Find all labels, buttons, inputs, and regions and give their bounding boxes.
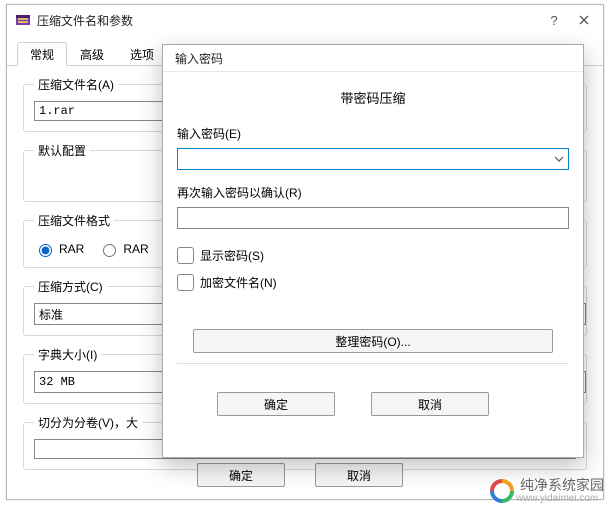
tab-general[interactable]: 常规	[17, 42, 67, 66]
split-volume-label: 切分为分卷(V)，大	[34, 414, 142, 431]
chevron-down-icon[interactable]	[551, 151, 567, 167]
organize-passwords-button[interactable]: 整理密码(O)...	[193, 329, 553, 353]
password-dialog: 输入密码 带密码压缩 输入密码(E) 再次输入密码以确认(R) 显示密码(S) …	[162, 44, 584, 458]
dictionary-size-label: 字典大小(I)	[34, 346, 101, 363]
tab-options[interactable]: 选项	[117, 42, 167, 66]
format-rar-radio[interactable]: RAR	[34, 241, 84, 257]
child-cancel-button[interactable]: 取消	[371, 392, 489, 416]
archive-format-label: 压缩文件格式	[34, 212, 114, 229]
child-ok-button[interactable]: 确定	[217, 392, 335, 416]
divider	[177, 363, 569, 364]
watermark-logo-icon	[490, 479, 514, 503]
password-input[interactable]	[177, 148, 569, 170]
tab-advanced[interactable]: 高级	[67, 42, 117, 66]
compression-method-label: 压缩方式(C)	[34, 278, 107, 295]
child-body: 带密码压缩 输入密码(E) 再次输入密码以确认(R) 显示密码(S) 加密文件名…	[163, 72, 583, 430]
winrar-icon	[15, 12, 31, 28]
format-rar5-radio[interactable]: RAR	[98, 241, 148, 257]
child-footer: 确定 取消	[177, 382, 569, 430]
parent-cancel-button[interactable]: 取消	[315, 463, 403, 487]
watermark-brand: 纯净系统家园	[520, 478, 604, 493]
show-password-checkbox[interactable]: 显示密码(S)	[177, 247, 569, 264]
watermark-url: www.yidaimei.com	[516, 493, 604, 504]
password-combo[interactable]	[177, 148, 569, 170]
child-titlebar: 输入密码	[163, 45, 583, 72]
reenter-password-label: 再次输入密码以确认(R)	[177, 184, 569, 201]
parent-title: 压缩文件名和参数	[37, 12, 539, 29]
enter-password-label: 输入密码(E)	[177, 125, 569, 142]
child-section-heading: 带密码压缩	[177, 88, 569, 107]
close-button[interactable]	[569, 8, 599, 32]
archive-name-label: 压缩文件名(A)	[34, 76, 118, 93]
watermark: 纯净系统家园 www.yidaimei.com	[490, 478, 604, 504]
password-confirm-input[interactable]	[177, 207, 569, 229]
default-profile-label: 默认配置	[34, 142, 90, 159]
parent-titlebar: 压缩文件名和参数 ?	[7, 5, 603, 35]
encrypt-filenames-checkbox[interactable]: 加密文件名(N)	[177, 274, 569, 291]
help-button[interactable]: ?	[539, 8, 569, 32]
parent-ok-button[interactable]: 确定	[197, 463, 285, 487]
child-title: 输入密码	[171, 50, 579, 67]
